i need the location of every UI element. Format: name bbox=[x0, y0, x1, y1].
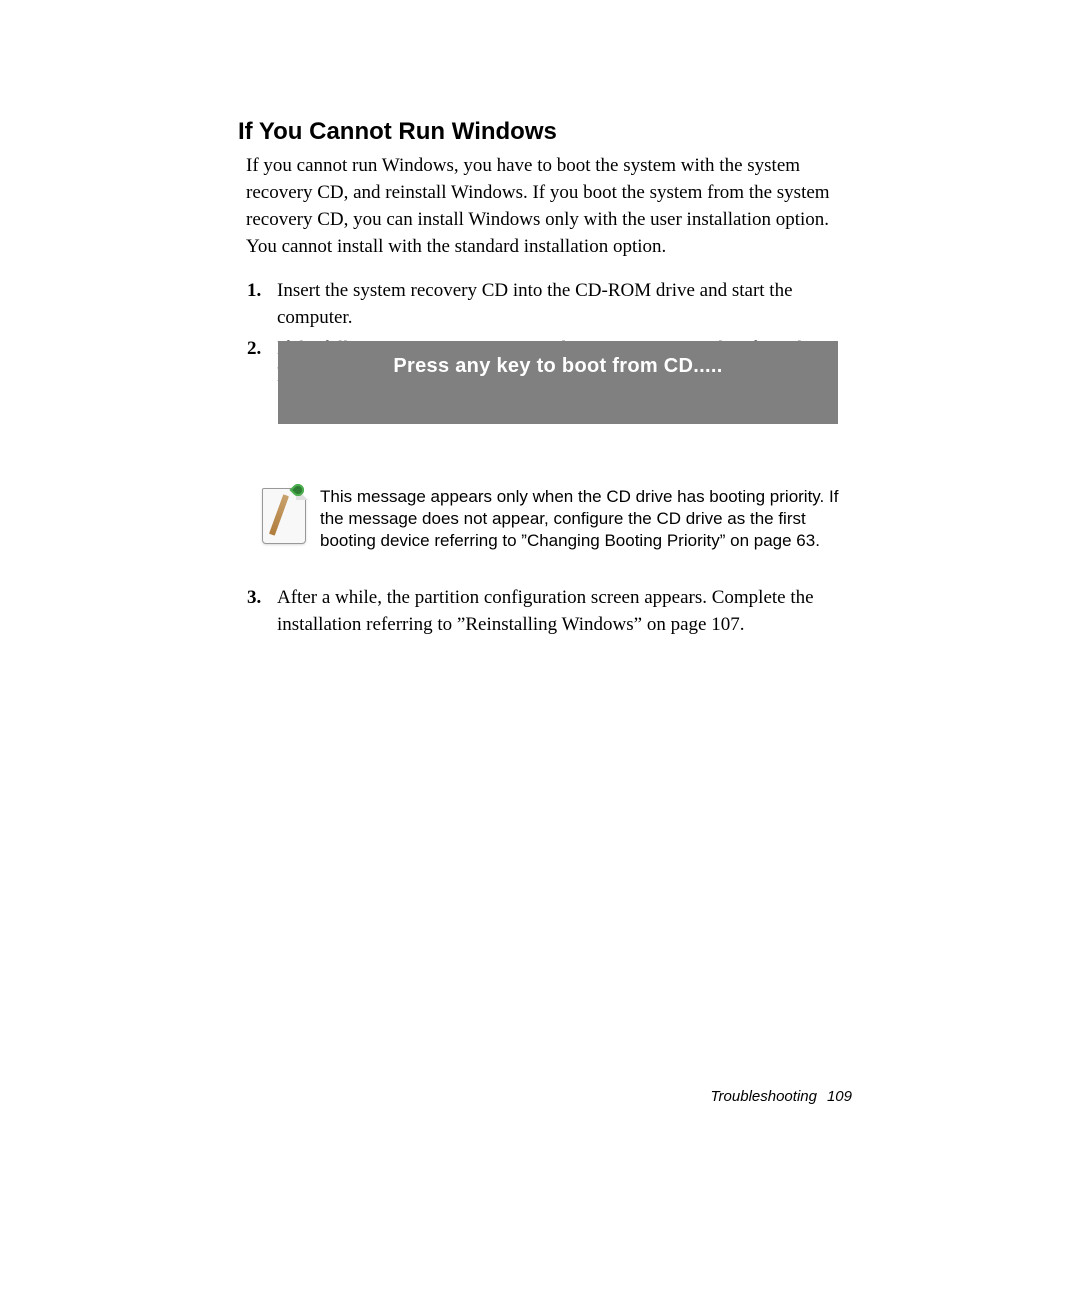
footer-page-number: 109 bbox=[827, 1088, 852, 1105]
intro-paragraph: If you cannot run Windows, you have to b… bbox=[246, 152, 844, 260]
list-number: 3. bbox=[247, 584, 277, 638]
note-callout: This message appears only when the CD dr… bbox=[260, 486, 850, 552]
footer-section: Troubleshooting bbox=[711, 1088, 817, 1105]
list-item: 3. After a while, the partition configur… bbox=[247, 584, 849, 638]
note-text: This message appears only when the CD dr… bbox=[320, 486, 850, 552]
list-number: 2. bbox=[247, 335, 277, 389]
boot-prompt-text: Press any key to boot from CD..... bbox=[393, 355, 722, 378]
list-number: 1. bbox=[247, 277, 277, 331]
list-text: After a while, the partition configurati… bbox=[277, 584, 849, 638]
list-item: 1. Insert the system recovery CD into th… bbox=[247, 277, 849, 331]
note-icon bbox=[260, 486, 310, 548]
list-text: Insert the system recovery CD into the C… bbox=[277, 277, 849, 331]
ordered-list-b: 3. After a while, the partition configur… bbox=[247, 584, 849, 642]
section-heading: If You Cannot Run Windows bbox=[238, 118, 557, 146]
document-page: If You Cannot Run Windows If you cannot … bbox=[0, 0, 1080, 1309]
boot-prompt-screenshot: Press any key to boot from CD..... bbox=[278, 341, 838, 424]
page-footer: Troubleshooting 109 bbox=[711, 1088, 853, 1105]
